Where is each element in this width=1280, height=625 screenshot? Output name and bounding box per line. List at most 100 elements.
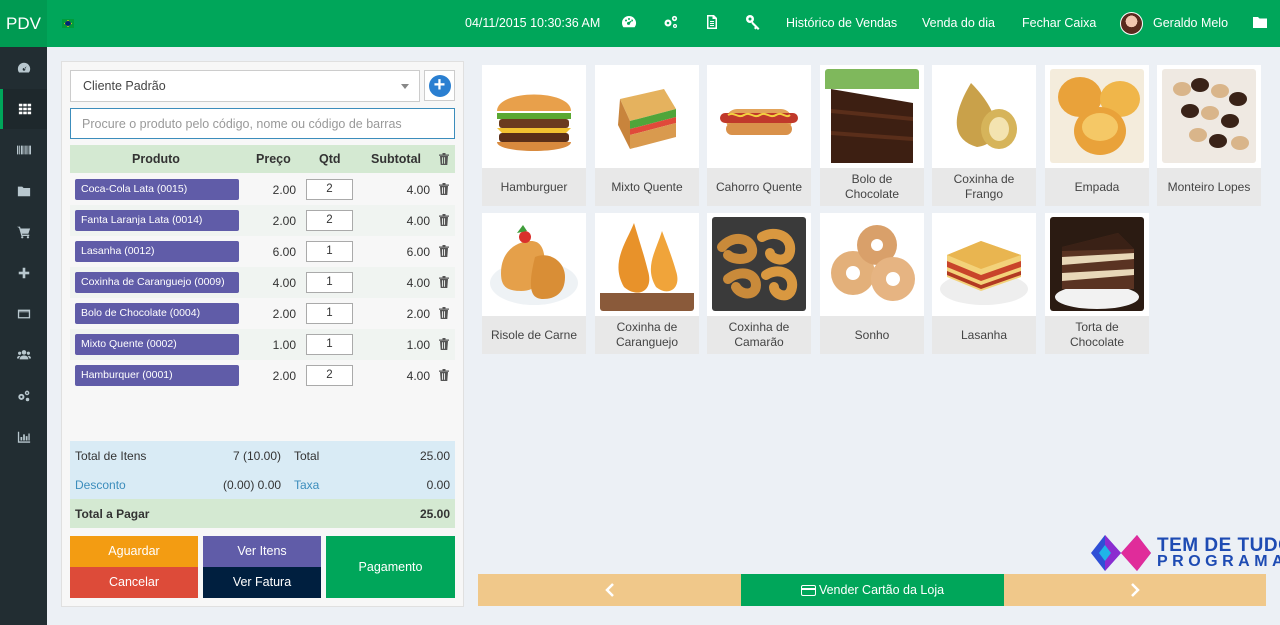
product-card[interactable]: Coxinha de Camarão [707,213,811,354]
clear-cart-trash-icon[interactable] [439,153,449,165]
cart-item-name[interactable]: Coxinha de Caranguejo (0009) [75,272,239,293]
product-card[interactable]: Risole de Carne [482,213,586,354]
product-name: Torta de Chocolate [1045,316,1149,354]
sell-store-card-label: Vender Cartão da Loja [818,583,945,597]
totals-row-items: Total de Itens 7 (10.00) Total 25.00 [70,441,455,470]
dashboard-icon[interactable] [621,14,639,32]
folder-icon[interactable] [1252,14,1270,32]
brand-logo[interactable]: PDV [0,0,47,47]
sidebar-dashboard-icon[interactable] [0,48,47,88]
cart-row: Hamburquer (0001) 2.00 2 4.00 [70,360,455,391]
user-name[interactable]: Geraldo Melo [1153,16,1228,30]
cart-row: Fanta Laranja Lata (0014) 2.00 2 4.00 [70,205,455,236]
product-card[interactable]: Lasanha [932,213,1036,354]
cart-item-qty-input[interactable]: 1 [306,303,353,324]
cart-item-price: 2.00 [272,214,296,228]
payment-button[interactable]: Pagamento [326,536,455,598]
cart-item-name[interactable]: Hamburquer (0001) [75,365,239,386]
product-name: Coxinha de Camarão [707,316,811,354]
shrimp-image [712,217,806,311]
discount-value: (0.00) 0.00 [223,478,282,492]
sidebar-folder-icon[interactable] [0,171,47,211]
cart-panel: Cliente Padrão + Produto Preço Qtd Subto… [61,61,464,607]
sidebar-credit-card-icon[interactable] [0,294,47,334]
sidebar-grid-icon[interactable] [0,89,47,129]
sidebar-bar-chart-icon[interactable] [0,417,47,457]
cart-item-qty-input[interactable]: 1 [306,334,353,355]
cart-item-qty-input[interactable]: 1 [306,272,353,293]
remove-item-trash-icon[interactable] [439,338,449,350]
discount-link[interactable]: Desconto [75,478,126,492]
lasagna-image [937,217,1031,311]
total-items-value: 7 (10.00) [233,449,282,463]
view-invoice-button[interactable]: Ver Fatura [203,567,321,598]
product-card[interactable]: Monteiro Lopes [1157,65,1261,206]
cart-item-subtotal: 1.00 [406,338,430,352]
sidebar-cart-icon[interactable] [0,212,47,252]
total-to-pay-value: 25.00 [419,507,450,521]
cancel-button[interactable]: Cancelar [70,567,198,598]
hold-button[interactable]: Aguardar [70,536,198,567]
daily-sales-link[interactable]: Venda do dia [922,16,995,30]
key-icon[interactable] [745,14,763,32]
cart-item-name[interactable]: Mixto Quente (0002) [75,334,239,355]
remove-item-trash-icon[interactable] [439,183,449,195]
product-card[interactable]: Empada [1045,65,1149,206]
sidebar-gears-icon[interactable] [0,376,47,416]
cart-item-qty-input[interactable]: 1 [306,241,353,262]
cart-row: Mixto Quente (0002) 1.00 1 1.00 [70,329,455,360]
cart-item-qty-input[interactable]: 2 [306,210,353,231]
client-select[interactable]: Cliente Padrão [70,70,420,102]
remove-item-trash-icon[interactable] [439,214,449,226]
sidebar-plus-icon[interactable] [0,253,47,293]
user-avatar[interactable] [1120,12,1143,35]
product-card[interactable]: Torta de Chocolate [1045,213,1149,354]
current-datetime: 04/11/2015 10:30:36 AM [465,16,601,30]
total-items-label: Total de Itens [75,449,147,463]
previous-page-button[interactable] [478,574,741,606]
product-name: Coxinha de Caranguejo [595,316,699,354]
cart-item-price: 4.00 [272,276,296,290]
add-client-button[interactable]: + [424,70,455,101]
cart-item-qty-input[interactable]: 2 [306,365,353,386]
product-name: Hamburguer [482,168,586,206]
remove-item-trash-icon[interactable] [439,276,449,288]
remove-item-trash-icon[interactable] [439,245,449,257]
client-select-value: Cliente Padrão [83,79,166,93]
sell-store-card-button[interactable]: Vender Cartão da Loja [741,574,1004,606]
sales-history-link[interactable]: Histórico de Vendas [786,16,897,30]
next-page-button[interactable] [1004,574,1266,606]
product-name: Empada [1045,168,1149,206]
watermark: TEM DE TUDO PROGRAMAS [1089,531,1280,575]
chocolate-pie-image [1050,217,1144,311]
document-icon[interactable] [704,14,722,32]
sidebar-users-icon[interactable] [0,335,47,375]
tax-link[interactable]: Taxa [294,478,319,492]
cart-item-qty-input[interactable]: 2 [306,179,353,200]
cart-item-name[interactable]: Fanta Laranja Lata (0014) [75,210,239,231]
remove-item-trash-icon[interactable] [439,369,449,381]
product-card[interactable]: Coxinha de Caranguejo [595,213,699,354]
remove-item-trash-icon[interactable] [439,307,449,319]
product-card[interactable]: Hamburguer [482,65,586,206]
product-card[interactable]: Cahorro Quente [707,65,811,206]
product-name: Mixto Quente [595,168,699,206]
close-register-link[interactable]: Fechar Caixa [1022,16,1096,30]
cart-item-subtotal: 4.00 [406,214,430,228]
cart-item-name[interactable]: Bolo de Chocolate (0004) [75,303,239,324]
cookies-image [1162,69,1256,163]
product-card[interactable]: Bolo de Chocolate [820,65,924,206]
header-qty: Qtd [319,152,341,166]
cart-item-subtotal: 2.00 [406,307,430,321]
product-card[interactable]: Mixto Quente [595,65,699,206]
product-card[interactable]: Coxinha de Frango [932,65,1036,206]
view-items-button[interactable]: Ver Itens [203,536,321,567]
sandwich-image [600,69,694,163]
sidebar-barcode-icon[interactable] [0,130,47,170]
cart-item-name[interactable]: Lasanha (0012) [75,241,239,262]
totals-row-discount: Desconto (0.00) 0.00 Taxa 0.00 [70,470,455,499]
product-search-input[interactable] [70,108,455,139]
cart-item-name[interactable]: Coca-Cola Lata (0015) [75,179,239,200]
gears-icon[interactable] [663,14,681,32]
product-card[interactable]: Sonho [820,213,924,354]
